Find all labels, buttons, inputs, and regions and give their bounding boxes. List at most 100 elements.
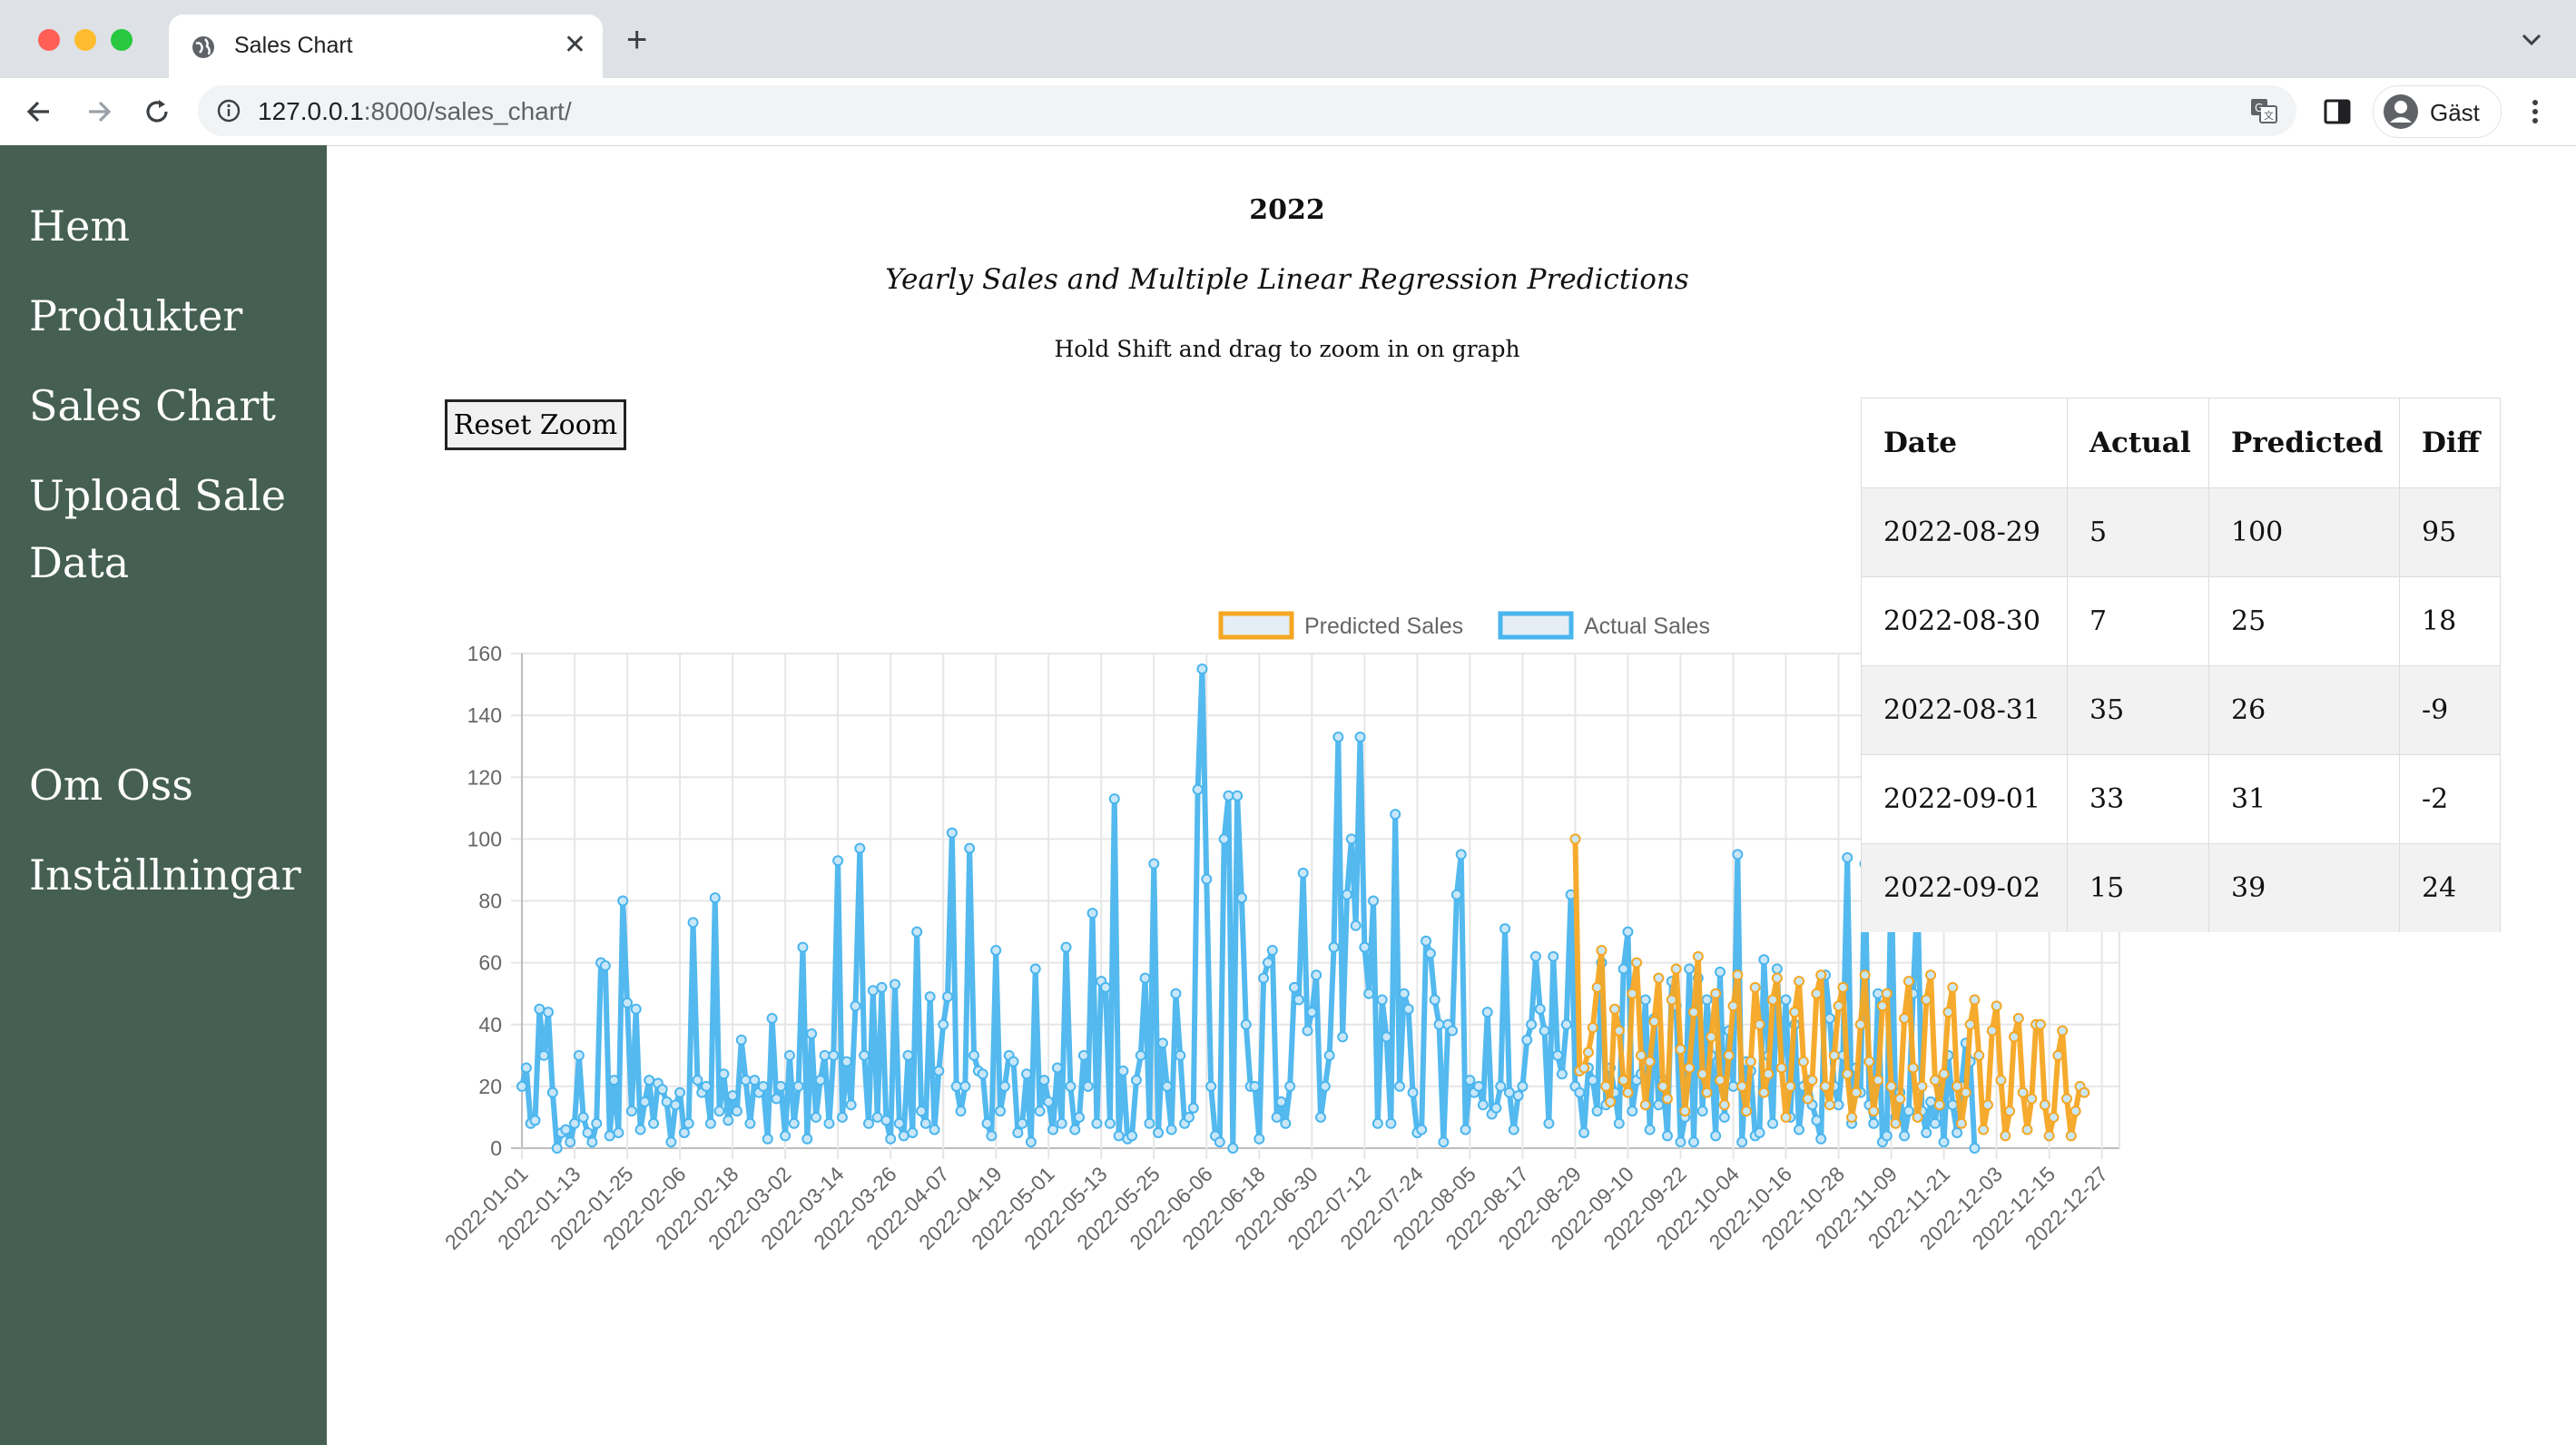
data-point (1938, 1136, 1950, 1148)
data-point (1811, 988, 1823, 999)
data-point (648, 1117, 660, 1129)
cell-actual: 35 (2067, 665, 2209, 755)
data-point (639, 1096, 651, 1107)
data-point (1100, 981, 1112, 993)
data-point (735, 1034, 747, 1046)
cell-diff: 18 (2399, 576, 2501, 666)
cell-diff: 95 (2399, 487, 2501, 577)
data-point (1899, 1012, 1911, 1024)
data-point (959, 1080, 971, 1092)
data-point (1657, 1080, 1669, 1092)
data-point (1964, 1018, 1976, 1030)
data-point (1991, 1000, 2002, 1012)
close-window-button[interactable] (38, 29, 60, 51)
data-point (1881, 1130, 1893, 1142)
data-point (1736, 1136, 1748, 1148)
cell-predicted: 25 (2208, 576, 2400, 666)
data-point (1933, 1099, 1945, 1111)
data-point (1907, 1062, 1919, 1074)
data-point (1775, 1062, 1787, 1074)
nav-item-installningar[interactable]: Inställningar (29, 841, 320, 909)
data-point (964, 842, 976, 854)
data-point (950, 1080, 962, 1092)
data-point (520, 1062, 532, 1074)
data-point (876, 981, 888, 993)
data-point (1679, 1106, 1691, 1117)
nav-item-om-oss[interactable]: Om Oss (29, 752, 320, 819)
data-point (1863, 1056, 1875, 1067)
reload-icon[interactable] (140, 94, 174, 129)
nav-item-produkter[interactable]: Produkter (29, 282, 320, 349)
data-point (1227, 1143, 1239, 1154)
address-bar[interactable]: 127.0.0.1:8000/sales_chart/ G 文 (198, 85, 2296, 136)
data-point (1578, 1126, 1590, 1138)
data-point (2043, 1130, 2055, 1142)
kebab-menu-icon[interactable] (2522, 94, 2549, 129)
data-point (893, 1117, 905, 1129)
data-point (998, 1080, 1010, 1092)
data-point (1903, 1106, 1914, 1117)
data-point (850, 1000, 861, 1012)
back-icon[interactable] (22, 94, 56, 129)
side-panel-icon[interactable] (2322, 96, 2353, 127)
data-point (1421, 935, 1432, 947)
nav-item-sales-chart[interactable]: Sales Chart (29, 372, 320, 439)
data-point (1824, 1099, 1835, 1111)
minimize-window-button[interactable] (74, 29, 96, 51)
globe-icon (192, 36, 214, 58)
cell-actual: 15 (2067, 843, 2209, 932)
data-point (577, 1111, 589, 1123)
data-point (1802, 1093, 1814, 1105)
data-point (889, 978, 900, 990)
data-point (1837, 981, 1849, 993)
svg-text:G: G (2255, 102, 2263, 114)
data-point (1201, 873, 1213, 885)
data-point (1534, 1003, 1546, 1015)
profile-button[interactable]: Gäst (2373, 85, 2502, 138)
data-point (1240, 1018, 1252, 1030)
close-tab-icon[interactable]: ✕ (564, 29, 586, 62)
data-point (942, 991, 954, 1003)
data-point (565, 1136, 576, 1148)
data-point (1794, 1124, 1805, 1135)
url-text: 127.0.0.1:8000/sales_chart/ (258, 97, 572, 125)
data-point (613, 1126, 624, 1138)
data-point (1706, 1031, 1717, 1043)
forward-icon[interactable] (82, 94, 116, 129)
cell-diff: 24 (2399, 843, 2501, 932)
cell-actual: 33 (2067, 754, 2209, 844)
data-point (788, 1117, 800, 1129)
data-point (1639, 1099, 1651, 1111)
series-line (519, 666, 1978, 1151)
chevron-down-icon[interactable] (2518, 25, 2545, 53)
data-point (1754, 1126, 1765, 1138)
data-point (1319, 1080, 1331, 1092)
data-point (1947, 981, 1959, 993)
legend-swatch (1218, 611, 1294, 640)
legend-label: Predicted Sales (1304, 614, 1463, 639)
new-tab-icon[interactable]: + (626, 22, 647, 58)
data-point (1899, 1130, 1911, 1142)
data-point (1758, 954, 1770, 966)
data-point (1235, 892, 1247, 904)
data-point (1732, 969, 1744, 981)
profile-label: Gäst (2430, 99, 2480, 126)
info-icon[interactable] (216, 98, 241, 123)
cell-date: 2022-09-02 (1861, 843, 2068, 932)
data-point (1381, 1031, 1392, 1043)
reset-zoom-button[interactable]: Reset Zoom (445, 399, 626, 450)
nav-item-hem[interactable]: Hem (29, 192, 320, 260)
maximize-window-button[interactable] (111, 29, 133, 51)
data-point (1556, 1068, 1568, 1080)
data-point (1271, 1111, 1283, 1123)
data-point (1701, 1086, 1713, 1098)
data-point (1894, 1093, 1906, 1105)
browser-tab[interactable]: Sales Chart ✕ (169, 15, 603, 78)
data-point (1402, 1003, 1414, 1015)
cell-predicted: 26 (2208, 665, 2400, 755)
nav-item-upload-sale-data[interactable]: Upload Sale Data (29, 462, 320, 596)
translate-icon[interactable]: G 文 (2249, 96, 2278, 125)
data-point (2021, 1124, 2033, 1135)
data-point (1608, 1003, 1620, 1015)
data-point (1885, 1080, 1897, 1092)
